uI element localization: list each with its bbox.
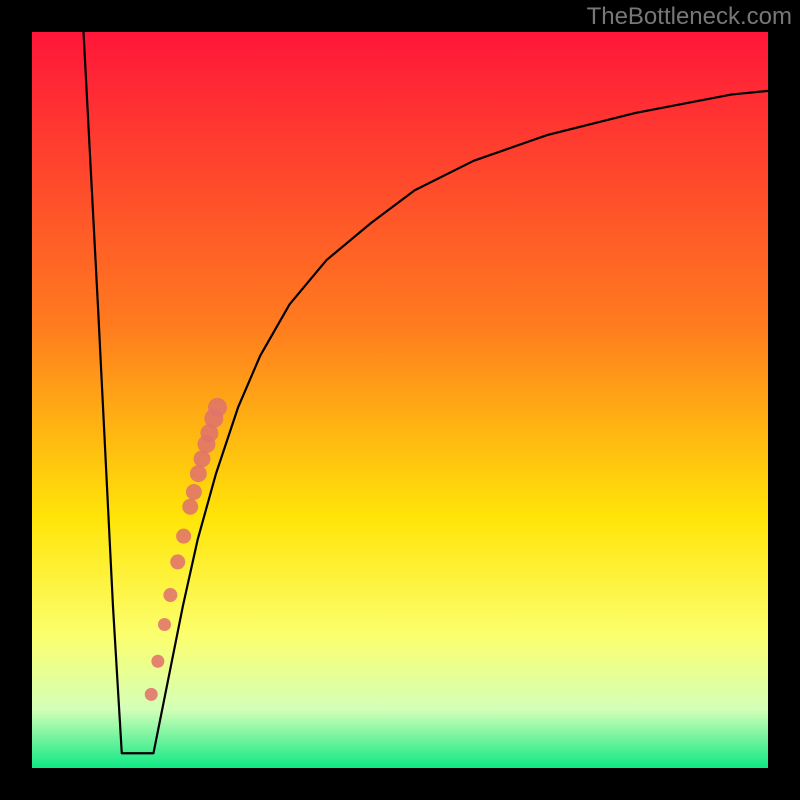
- marker-dot: [170, 554, 185, 569]
- marker-dot: [208, 398, 227, 417]
- marker-dot: [145, 688, 158, 701]
- plot-area: [32, 32, 768, 768]
- watermark-text: TheBottleneck.com: [587, 3, 792, 30]
- marker-dot: [163, 588, 177, 602]
- marker-dot: [158, 618, 171, 631]
- chart-canvas: TheBottleneck.com: [0, 0, 800, 800]
- marker-dot: [186, 484, 202, 500]
- marker-dot: [182, 499, 198, 515]
- chart-stage: TheBottleneck.com: [0, 0, 800, 800]
- marker-dot: [151, 655, 164, 668]
- marker-dot: [176, 529, 191, 544]
- marker-dot: [190, 465, 207, 482]
